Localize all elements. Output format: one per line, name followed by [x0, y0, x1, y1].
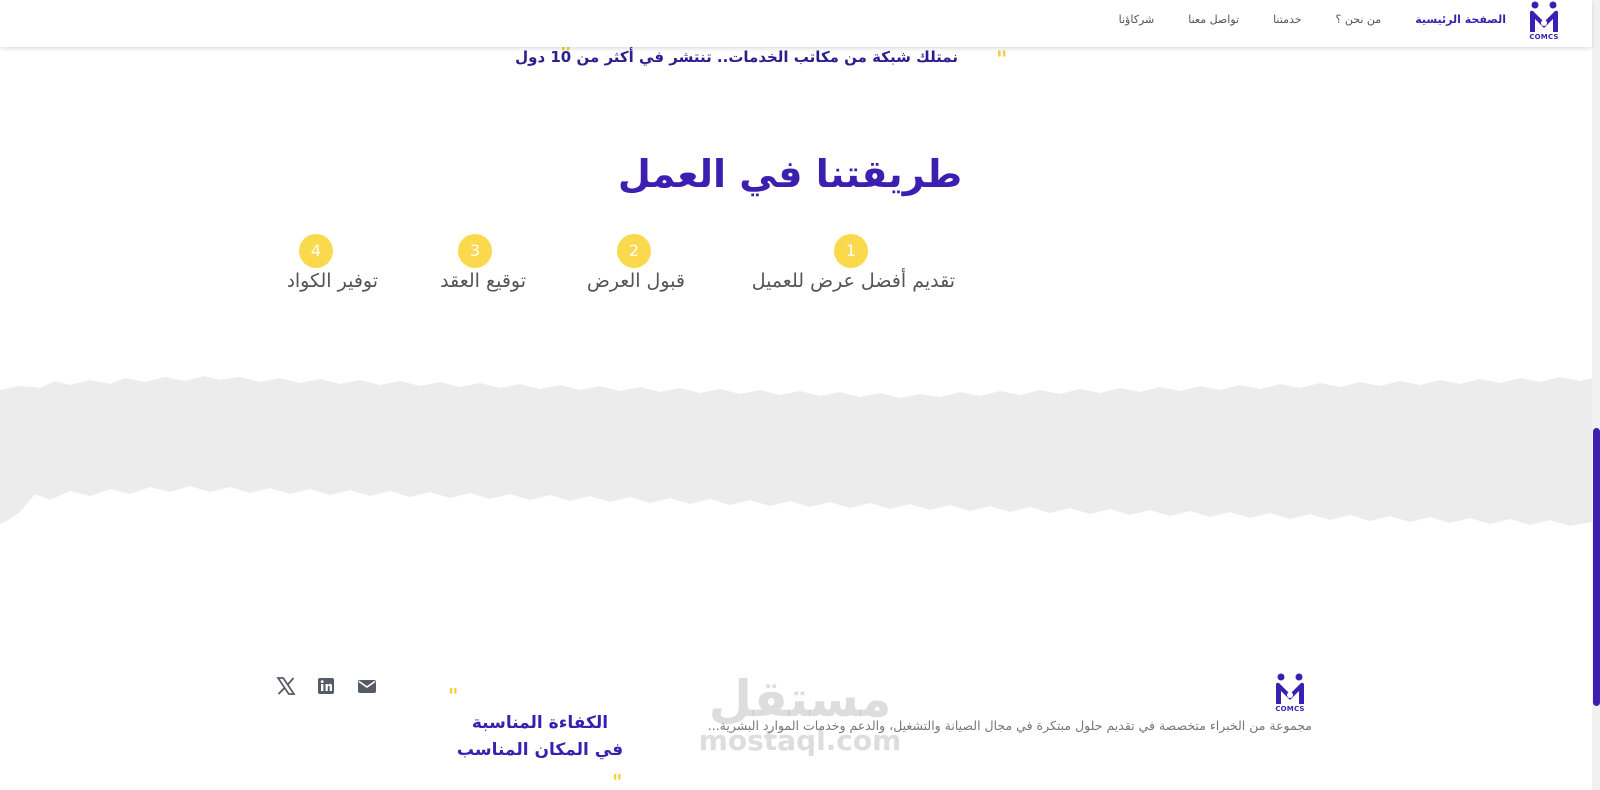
step-4-clip: توفير الكوادر: [288, 262, 378, 302]
footer-logo-mark-icon: [1276, 673, 1304, 704]
step-1-badge: 1: [834, 234, 868, 268]
linkedin-icon[interactable]: [315, 675, 337, 697]
slogan-open-quote-icon: ": [448, 684, 459, 708]
nav-item-services[interactable]: خدمتنا: [1273, 13, 1301, 26]
step-4-title: توفير الكوادر: [288, 270, 378, 292]
nav-item-home[interactable]: الصفحة الرئيسية: [1415, 13, 1506, 26]
slogan-close-quote-icon: ": [612, 770, 623, 790]
page: COMCS الصفحة الرئيسية من نحن ؟ خدمتنا تو…: [0, 0, 1600, 790]
nav-item-partners[interactable]: شركاؤنا: [1119, 13, 1155, 26]
email-icon[interactable]: [356, 675, 378, 697]
step-3-badge: 3: [458, 234, 492, 268]
step-2-badge: 2: [617, 234, 651, 268]
footer-description: مجموعة من الخبراء متخصصة في تقديم حلول م…: [707, 718, 1312, 733]
watermark: مستقل mostaql.com: [695, 672, 905, 756]
logo-text: COMCS: [1529, 33, 1559, 41]
nav-item-about[interactable]: من نحن ؟: [1336, 13, 1382, 26]
slogan-line-2: في المكان المناسب: [456, 740, 624, 760]
scrollbar-thumb[interactable]: [1593, 428, 1600, 706]
footer-logo[interactable]: COMCS: [1273, 672, 1307, 716]
nav-item-contact[interactable]: تواصل معنا: [1188, 13, 1239, 26]
main-menu: الصفحة الرئيسية من نحن ؟ خدمتنا تواصل مع…: [1119, 13, 1506, 26]
step-3-title: توقيع العقد: [440, 270, 526, 292]
torn-paper-divider: [0, 376, 1592, 526]
close-quote-icon: ": [996, 48, 1008, 73]
slogan-line-1: الكفاءة المناسبة: [471, 713, 609, 733]
x-icon[interactable]: [275, 675, 297, 697]
step-2-title: قبول العرض: [586, 270, 685, 292]
slogan: الكفاءة المناسبة في المكان المناسب: [440, 710, 640, 764]
logo-mark-icon: [1530, 1, 1558, 32]
step-1-title: تقديم أفضل عرض للعميل: [751, 270, 955, 292]
footer-logo-text: COMCS: [1275, 705, 1305, 713]
tagline-text: نمتلك شبكة من مكاتب الخدمات.. تنتشر في أ…: [515, 48, 958, 66]
process-title: طريقتنا في العمل: [617, 152, 963, 196]
brand-logo[interactable]: COMCS: [1527, 0, 1561, 44]
top-navbar: COMCS الصفحة الرئيسية من نحن ؟ خدمتنا تو…: [0, 0, 1592, 47]
network-tagline: " نمتلك شبكة من مكاتب الخدمات.. تنتشر في…: [515, 42, 1007, 73]
